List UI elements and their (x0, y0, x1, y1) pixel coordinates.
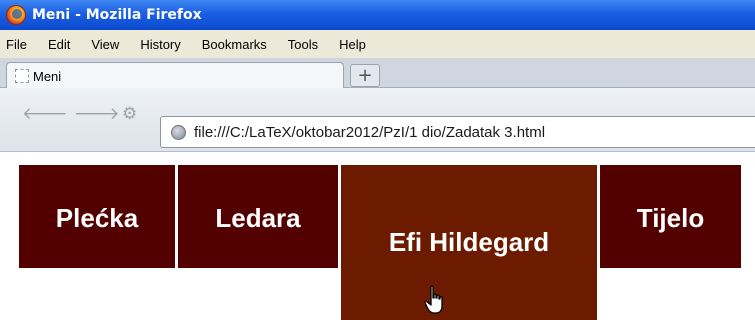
menu-edit[interactable]: Edit (48, 37, 70, 52)
menu-tools[interactable]: Tools (288, 37, 318, 52)
menu-item-efi-hildegard[interactable]: Efi Hildegard (341, 165, 597, 320)
tab-strip: Meni + (0, 58, 755, 89)
menu-bar: File Edit View History Bookmarks Tools H… (0, 30, 755, 58)
menu-item-label: Plećka (55, 203, 139, 233)
url-bar[interactable]: file:///C:/LaTeX/oktobar2012/PzI/1 dio/Z… (160, 116, 755, 148)
back-arrow-icon[interactable]: 🡐 (22, 106, 68, 123)
menu-bookmarks[interactable]: Bookmarks (202, 37, 267, 52)
menu-item-plecka[interactable]: Plećka (19, 165, 175, 268)
menu-item-label: Ledara (215, 203, 301, 233)
menu-history[interactable]: History (140, 37, 180, 52)
identity-icon[interactable]: ⚙ (122, 106, 137, 123)
menu-item-label: Tijelo (636, 203, 705, 233)
menu-item-tijelo[interactable]: Tijelo (600, 165, 741, 268)
menu-file[interactable]: File (6, 37, 27, 52)
menu-item-label: Efi Hildegard (388, 227, 550, 257)
navigation-bar: 🡐 🡒 ⚙ file:///C:/LaTeX/oktobar2012/PzI/1… (0, 88, 755, 152)
menu-view[interactable]: View (91, 37, 119, 52)
url-text[interactable]: file:///C:/LaTeX/oktobar2012/PzI/1 dio/Z… (194, 124, 545, 141)
hand-pointer-icon (424, 285, 443, 314)
menu-item-ledara[interactable]: Ledara (178, 165, 338, 268)
tab-label: Meni (33, 68, 62, 84)
page-icon (15, 69, 29, 83)
window-titlebar: Meni - Mozilla Firefox (0, 0, 755, 30)
globe-icon (171, 124, 186, 140)
firefox-logo-icon (6, 5, 26, 25)
new-tab-button[interactable]: + (350, 64, 380, 87)
window-title: Meni - Mozilla Firefox (32, 7, 202, 23)
forward-arrow-icon[interactable]: 🡒 (74, 106, 120, 123)
menu-help[interactable]: Help (339, 37, 366, 52)
tab-meni[interactable]: Meni (6, 62, 344, 89)
